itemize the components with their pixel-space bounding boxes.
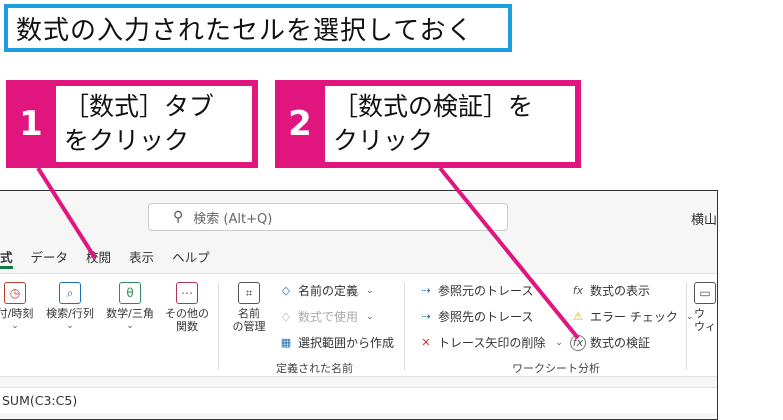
remove-arrows-icon: ✕: [421, 336, 431, 349]
trace-arrow-icon: ⇢: [421, 310, 431, 323]
trace-precedents-label: 参照元のトレース: [438, 284, 534, 298]
step-1-callout: 1 ［数式］タブ をクリック: [6, 80, 258, 168]
chevron-down-icon: ⌄: [555, 337, 563, 348]
tag-icon: ◇: [281, 284, 291, 297]
chevron-down-icon: ⌄: [366, 285, 374, 296]
search-placeholder: 検索 (Alt+Q): [193, 211, 273, 227]
group-divider: [686, 282, 687, 370]
define-name-label: 名前の定義: [298, 284, 359, 298]
date-time-label: 付/時刻: [0, 307, 34, 320]
define-name-button[interactable]: ◇ 名前の定義 ⌄: [278, 282, 374, 299]
more-functions-label1: その他の: [165, 307, 209, 320]
excel-window: ⚲ 検索 (Alt+Q) 横山 式 データ 校閲 表示 ヘルプ ◷ 付/時刻 ⌄…: [0, 190, 718, 420]
evaluate-formula-label: 数式の検証: [590, 336, 651, 350]
grid-icon: ▦: [280, 336, 292, 349]
fx-icon: fx: [572, 284, 584, 297]
more-functions-button[interactable]: ⋯ その他の 関数: [162, 282, 212, 333]
magnifier-icon: ⌕: [59, 282, 81, 304]
step-1-line2: をクリック: [64, 126, 190, 155]
search-icon: ⚲: [173, 209, 184, 225]
ribbon: ◷ 付/時刻 ⌄ ⌕ 検索/行列 ⌄ θ 数学/三角 ⌄ ⋯ その他の 関数 ⌗…: [0, 273, 717, 377]
step-2-line1: ［数式の検証］を: [333, 92, 534, 121]
lookup-button[interactable]: ⌕ 検索/行列 ⌄: [42, 282, 98, 333]
trace-arrow-icon: ⇢: [421, 284, 431, 297]
remove-arrows-label: トレース矢印の削除: [438, 336, 546, 350]
tab-help[interactable]: ヘルプ: [172, 247, 210, 269]
tag-icon: ◇: [281, 310, 291, 323]
ribbon-tabs: 式 データ 校閲 表示 ヘルプ: [0, 247, 228, 269]
trace-precedents-button[interactable]: ⇢ 参照元のトレース: [418, 282, 533, 299]
watch-label1: ウ: [694, 307, 705, 320]
chevron-down-icon: ⌄: [66, 321, 74, 331]
create-from-selection-label: 選択範囲から作成: [298, 336, 395, 350]
formula-text: SUM(C3:C5): [2, 393, 78, 408]
show-formulas-button[interactable]: fx 数式の表示: [570, 282, 650, 299]
chevron-down-icon: ⌄: [366, 311, 374, 322]
formula-bar[interactable]: SUM(C3:C5): [0, 387, 717, 413]
lookup-label: 検索/行列: [46, 307, 94, 320]
use-in-formula-button[interactable]: ◇ 数式で使用 ⌄: [278, 308, 374, 325]
search-box[interactable]: ⚲ 検索 (Alt+Q): [148, 203, 508, 231]
instruction-text: 数式の入力されたセルを選択しておく: [16, 15, 474, 46]
evaluate-formula-button[interactable]: fx 数式の検証: [570, 334, 650, 351]
tab-review[interactable]: 校閲: [86, 247, 111, 269]
trace-dependents-button[interactable]: ⇢ 参照先のトレース: [418, 308, 533, 325]
instruction-banner: 数式の入力されたセルを選択しておく: [4, 4, 512, 52]
title-bar: ⚲ 検索 (Alt+Q) 横山: [0, 191, 717, 235]
show-formulas-label: 数式の表示: [590, 284, 651, 298]
error-checking-label: エラー チェック: [590, 310, 678, 324]
step-1-line1: ［数式］タブ: [64, 92, 215, 121]
step-1-text: ［数式］タブ をクリック: [56, 86, 252, 162]
create-from-selection-button[interactable]: ▦ 選択範囲から作成: [278, 334, 394, 351]
tab-data[interactable]: データ: [31, 247, 69, 269]
trace-dependents-label: 参照先のトレース: [438, 310, 534, 324]
user-name[interactable]: 横山: [691, 209, 717, 228]
chevron-down-icon: ⌄: [11, 321, 19, 331]
name-manager-button[interactable]: ⌗ 名前 の管理: [226, 282, 272, 333]
step-2-callout: 2 ［数式の検証］を クリック: [275, 80, 581, 168]
use-in-formula-label: 数式で使用: [298, 310, 359, 324]
auditing-group-label: ワークシート分析: [512, 362, 600, 375]
fx-circle-icon: fx: [570, 334, 586, 351]
warning-icon: ⚠: [573, 310, 583, 323]
group-divider: [218, 282, 219, 370]
math-trig-button[interactable]: θ 数学/三角 ⌄: [102, 282, 158, 333]
window-icon: ▭: [694, 282, 716, 304]
watch-label2: ウィ: [694, 320, 716, 333]
more-functions-label2: 関数: [176, 320, 198, 333]
more-functions-icon: ⋯: [176, 282, 198, 304]
step-2-line2: クリック: [333, 126, 434, 155]
tab-formulas[interactable]: 式: [0, 247, 13, 269]
theta-icon: θ: [119, 282, 141, 304]
step-1-number: 1: [19, 104, 43, 144]
tab-view[interactable]: 表示: [129, 247, 154, 269]
chevron-down-icon: ⌄: [126, 321, 134, 331]
remove-arrows-button[interactable]: ✕ トレース矢印の削除 ⌄: [418, 334, 563, 351]
watch-window-button[interactable]: ▭ ウ ウィ: [694, 282, 718, 333]
step-2-text: ［数式の検証］を クリック: [325, 86, 575, 162]
name-manager-label1: 名前: [238, 307, 260, 320]
group-divider: [404, 282, 405, 370]
math-trig-label: 数学/三角: [106, 307, 154, 320]
name-manager-label2: の管理: [232, 320, 266, 333]
calendar-icon: ◷: [4, 282, 26, 304]
step-2-number: 2: [288, 104, 312, 144]
tag-icon: ⌗: [238, 282, 260, 304]
defined-names-group-label: 定義された名前: [276, 362, 353, 375]
date-time-button[interactable]: ◷ 付/時刻 ⌄: [0, 282, 38, 333]
error-checking-button[interactable]: ⚠ エラー チェック ⌄: [570, 308, 693, 325]
